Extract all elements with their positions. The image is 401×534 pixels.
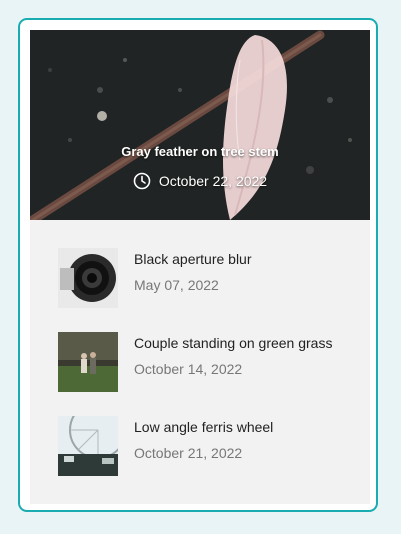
post-title[interactable]: Black aperture blur <box>134 250 252 268</box>
posts-widget-panel: Gray feather on tree stem October 22, 20… <box>30 30 370 504</box>
post-meta: Couple standing on green grass October 1… <box>134 332 332 392</box>
couple-grass-image[interactable] <box>58 332 118 392</box>
post-date: May 07, 2022 <box>134 277 219 293</box>
list-item[interactable]: Low angle ferris wheel October 21, 2022 <box>58 416 358 476</box>
post-date: October 21, 2022 <box>134 445 243 461</box>
clock-icon <box>133 172 151 190</box>
list-item[interactable]: Couple standing on green grass October 1… <box>58 332 358 392</box>
featured-post-date: October 22, 2022 <box>158 173 268 189</box>
ferris-wheel-image[interactable] <box>58 416 118 476</box>
featured-post[interactable]: Gray feather on tree stem October 22, 20… <box>30 30 370 220</box>
post-date: October 14, 2022 <box>134 361 243 377</box>
list-item[interactable]: Black aperture blur May 07, 2022 <box>58 248 358 308</box>
camera-lens-image[interactable] <box>58 248 118 308</box>
post-meta: Low angle ferris wheel October 21, 2022 <box>134 416 273 476</box>
featured-post-title[interactable]: Gray feather on tree stem <box>30 144 370 159</box>
featured-post-date-row: October 22, 2022 <box>30 172 370 190</box>
post-title[interactable]: Couple standing on green grass <box>134 334 332 352</box>
post-title[interactable]: Low angle ferris wheel <box>134 418 273 436</box>
feather-image <box>30 30 370 220</box>
post-meta: Black aperture blur May 07, 2022 <box>134 248 252 308</box>
posts-widget-card: Gray feather on tree stem October 22, 20… <box>18 18 378 512</box>
